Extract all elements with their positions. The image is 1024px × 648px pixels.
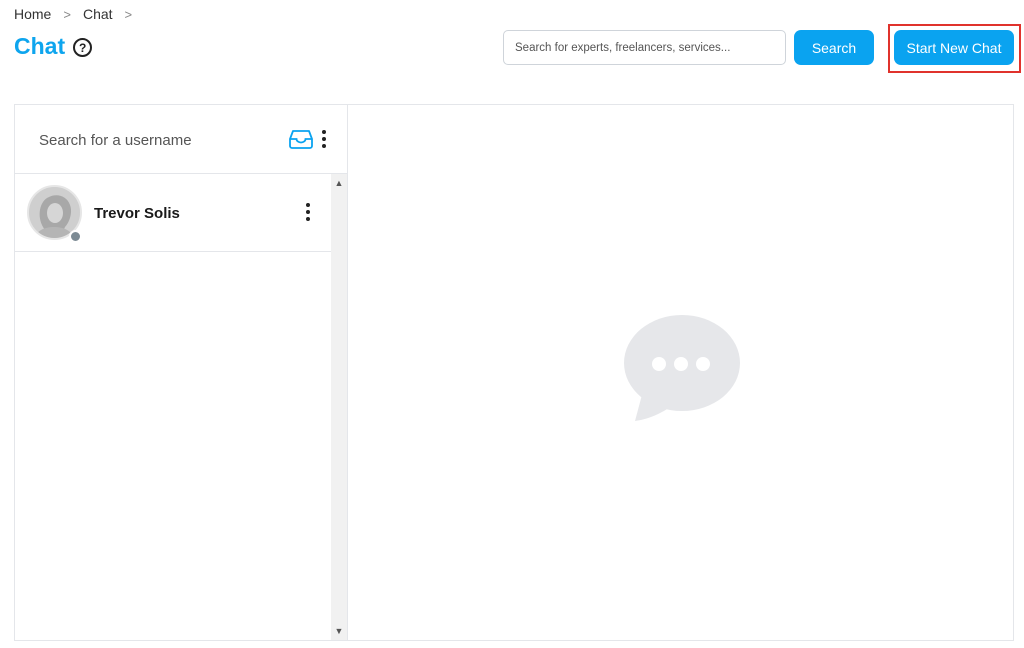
- contact-name: Trevor Solis: [94, 205, 180, 222]
- conversation-sidebar: Trevor Solis ▲ ▼: [15, 105, 348, 640]
- username-search-input[interactable]: [39, 127, 279, 153]
- page-title: Chat ?: [14, 33, 93, 60]
- list-scrollbar[interactable]: ▲ ▼: [331, 174, 347, 640]
- conversation-item[interactable]: Trevor Solis: [15, 174, 331, 252]
- breadcrumb: Home > Chat >: [14, 6, 132, 22]
- page-title-text: Chat: [14, 33, 66, 59]
- expert-search-input[interactable]: [503, 30, 786, 65]
- question-circle-icon[interactable]: ?: [73, 38, 93, 57]
- breadcrumb-separator: >: [63, 6, 71, 22]
- scroll-up-icon[interactable]: ▲: [331, 176, 347, 190]
- scroll-down-icon[interactable]: ▼: [331, 624, 347, 638]
- inbox-icon[interactable]: [289, 129, 313, 149]
- chat-bubble-dots-icon: [624, 315, 740, 421]
- conversation-list: Trevor Solis: [15, 174, 331, 640]
- search-button[interactable]: Search: [794, 30, 874, 65]
- breadcrumb-separator: >: [124, 6, 133, 22]
- chat-page: Home > Chat > Chat ? Search Start New Ch…: [0, 0, 1024, 648]
- breadcrumb-home[interactable]: Home: [14, 6, 51, 22]
- status-badge: [69, 230, 82, 243]
- chat-panel: Trevor Solis ▲ ▼: [14, 104, 1014, 641]
- sidebar-header: [15, 105, 347, 174]
- start-new-chat-button[interactable]: Start New Chat: [894, 30, 1014, 65]
- breadcrumb-chat[interactable]: Chat: [83, 6, 113, 22]
- conversation-menu-kebab-icon[interactable]: [306, 203, 310, 221]
- sidebar-menu-kebab-icon[interactable]: [322, 130, 326, 148]
